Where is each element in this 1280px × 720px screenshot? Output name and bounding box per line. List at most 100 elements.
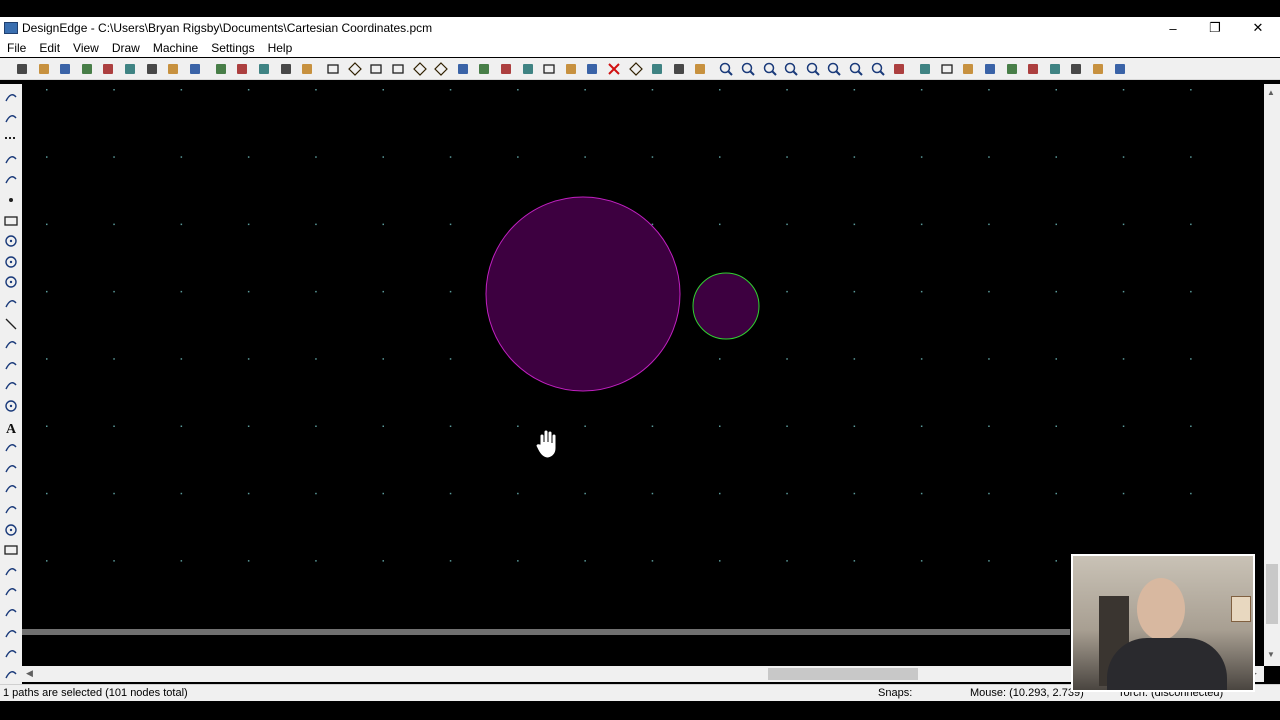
- zoom-pan-icon[interactable]: [783, 61, 799, 77]
- dotted-line-icon[interactable]: [3, 130, 19, 146]
- close-button[interactable]: ✕: [1237, 17, 1279, 39]
- undo-icon[interactable]: [213, 61, 229, 77]
- line-icon[interactable]: [3, 316, 19, 332]
- path-arrow-icon[interactable]: [455, 61, 471, 77]
- burst-icon[interactable]: [3, 480, 19, 496]
- grid-dot: [988, 156, 990, 158]
- clock-icon[interactable]: [3, 522, 19, 538]
- vertical-scrollbar[interactable]: ▲ ▼: [1264, 84, 1280, 666]
- pointer-edit-icon[interactable]: [584, 61, 600, 77]
- frame-icon[interactable]: [3, 542, 19, 558]
- paint-icon[interactable]: [3, 377, 19, 393]
- polygon-icon[interactable]: [3, 336, 19, 352]
- print-icon[interactable]: [144, 61, 160, 77]
- print-preview-icon[interactable]: [165, 61, 181, 77]
- scroll-up-icon[interactable]: ▲: [1267, 88, 1277, 97]
- redo-icon[interactable]: [234, 61, 250, 77]
- arrows-icon[interactable]: [3, 501, 19, 517]
- copy-icon[interactable]: [256, 61, 272, 77]
- explode-icon[interactable]: [563, 61, 579, 77]
- zoom-in-icon[interactable]: [718, 61, 734, 77]
- parallelogram-2-icon[interactable]: [433, 61, 449, 77]
- grid-dot: [719, 358, 721, 360]
- path-curve-icon[interactable]: [476, 61, 492, 77]
- circle-3pt-icon[interactable]: [3, 274, 19, 290]
- menu-machine[interactable]: Machine: [146, 41, 204, 55]
- scissors-icon[interactable]: [498, 61, 514, 77]
- rotate-icon[interactable]: [3, 583, 19, 599]
- zoom-icon[interactable]: [3, 460, 19, 476]
- zoom-select-icon[interactable]: [848, 61, 864, 77]
- cut-pattern-icon[interactable]: [692, 61, 708, 77]
- undo-arc-icon[interactable]: [3, 625, 19, 641]
- text-icon[interactable]: A: [3, 419, 19, 435]
- rhombus-icon[interactable]: [628, 61, 644, 77]
- zoom-window-icon[interactable]: [762, 61, 778, 77]
- zoom-page-icon[interactable]: [826, 61, 842, 77]
- new-file-icon[interactable]: [14, 61, 30, 77]
- menu-help[interactable]: Help: [261, 41, 299, 55]
- horizontal-scroll-thumb[interactable]: [768, 668, 918, 680]
- zoom-refresh-icon[interactable]: [870, 61, 886, 77]
- rectangle-icon[interactable]: [3, 213, 19, 229]
- small-circle[interactable]: [692, 272, 760, 340]
- diamond-icon[interactable]: [412, 61, 428, 77]
- save-all-icon[interactable]: [79, 61, 95, 77]
- menu-view[interactable]: View: [66, 41, 105, 55]
- dots-icon[interactable]: [1004, 61, 1020, 77]
- spiral-icon[interactable]: [3, 398, 19, 414]
- menu-edit[interactable]: Edit: [32, 41, 66, 55]
- paste-icon[interactable]: [278, 61, 294, 77]
- menu-file[interactable]: File: [0, 41, 32, 55]
- rectangle-icon[interactable]: [390, 61, 406, 77]
- circle-icon[interactable]: [3, 254, 19, 270]
- import-icon[interactable]: [100, 61, 116, 77]
- ruler-icon[interactable]: [891, 61, 907, 77]
- circle-center-icon[interactable]: [3, 233, 19, 249]
- undo-arc-2-icon[interactable]: [3, 666, 19, 682]
- arc-icon[interactable]: [3, 151, 19, 167]
- minimize-button[interactable]: –: [1152, 17, 1194, 39]
- duplicate-icon[interactable]: [299, 61, 315, 77]
- arrow-pointer-icon[interactable]: [917, 61, 933, 77]
- eyedropper-icon[interactable]: [3, 439, 19, 455]
- rotate-2-icon[interactable]: [3, 604, 19, 620]
- loop-icon[interactable]: [649, 61, 665, 77]
- redo-arc-icon[interactable]: [3, 645, 19, 661]
- open-folder-icon[interactable]: [36, 61, 52, 77]
- curve-icon[interactable]: [3, 171, 19, 187]
- save-icon[interactable]: [57, 61, 73, 77]
- delete-red-icon[interactable]: [606, 61, 622, 77]
- fill-gray-icon[interactable]: [982, 61, 998, 77]
- zoom-out-icon[interactable]: [740, 61, 756, 77]
- menu-draw[interactable]: Draw: [105, 41, 146, 55]
- select-box-icon[interactable]: [939, 61, 955, 77]
- properties-icon[interactable]: [187, 61, 203, 77]
- arrow-dash-icon[interactable]: [1025, 61, 1041, 77]
- rotate-faded-icon[interactable]: [3, 563, 19, 579]
- hook-icon[interactable]: [671, 61, 687, 77]
- parallelogram-icon[interactable]: [347, 61, 363, 77]
- large-circle[interactable]: [485, 196, 681, 392]
- layers-icon[interactable]: [1090, 61, 1106, 77]
- scroll-left-icon[interactable]: ◀: [26, 668, 33, 679]
- restore-button[interactable]: ❐: [1194, 17, 1236, 39]
- open-icon[interactable]: [3, 110, 19, 126]
- point-icon[interactable]: [3, 192, 19, 208]
- arc-2-icon[interactable]: [3, 295, 19, 311]
- export-icon[interactable]: [122, 61, 138, 77]
- vertical-scroll-thumb[interactable]: [1266, 564, 1278, 624]
- cut-line-icon[interactable]: [520, 61, 536, 77]
- select-icon[interactable]: [3, 89, 19, 105]
- select-cross-icon[interactable]: [960, 61, 976, 77]
- frame-icon[interactable]: [541, 61, 557, 77]
- menu-settings[interactable]: Settings: [204, 41, 260, 55]
- snap-icon[interactable]: [1047, 61, 1063, 77]
- scroll-down-icon[interactable]: ▼: [1267, 650, 1277, 659]
- zoom-extents-icon[interactable]: [805, 61, 821, 77]
- rectangle-select-icon[interactable]: [325, 61, 341, 77]
- pen-icon[interactable]: [1068, 61, 1084, 77]
- square-small-icon[interactable]: [368, 61, 384, 77]
- spline-icon[interactable]: [3, 357, 19, 373]
- settings-panel-icon[interactable]: [1112, 61, 1128, 77]
